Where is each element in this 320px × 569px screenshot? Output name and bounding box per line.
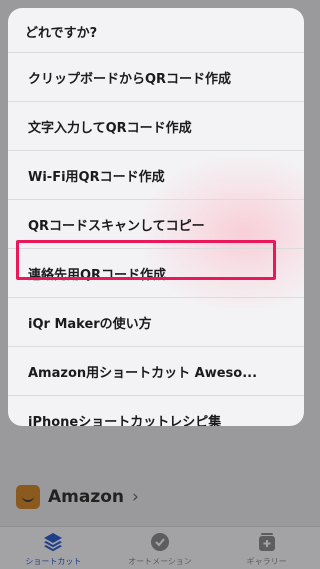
tab-label: ギャラリー: [246, 557, 287, 566]
chevron-right-icon: ›: [132, 487, 139, 507]
folder-label: Amazon: [48, 487, 125, 507]
tab-shortcuts[interactable]: ショートカット: [0, 527, 107, 569]
menu-item-clipboard-qr[interactable]: クリップボードからQRコード作成: [8, 53, 304, 102]
layers-icon: [42, 531, 64, 553]
tab-label: ショートカット: [25, 557, 82, 566]
shortcut-folder-row[interactable]: Amazon ›: [16, 484, 139, 510]
clock-check-icon: [149, 531, 171, 553]
tab-bar: ショートカット オートメーション ギャラリー: [0, 526, 320, 569]
action-menu: どれですか? クリップボードからQRコード作成 文字入力してQRコード作成 Wi…: [8, 8, 304, 426]
menu-title: どれですか?: [8, 8, 304, 53]
highlight-box: [16, 240, 276, 280]
tab-label: オートメーション: [128, 557, 192, 566]
menu-item-how-to[interactable]: iQr Makerの使い方: [8, 298, 304, 347]
menu-item-recipes[interactable]: iPhoneショートカットレシピ集: [8, 396, 304, 426]
tab-gallery[interactable]: ギャラリー: [213, 527, 320, 569]
amazon-logo-icon: [16, 485, 40, 509]
menu-item-amazon-shortcut[interactable]: Amazon用ショートカット Aweso...: [8, 347, 304, 396]
gallery-plus-icon: [256, 531, 278, 553]
menu-item-text-qr[interactable]: 文字入力してQRコード作成: [8, 102, 304, 151]
menu-item-wifi-qr[interactable]: Wi-Fi用QRコード作成: [8, 151, 304, 200]
tab-automation[interactable]: オートメーション: [107, 527, 214, 569]
